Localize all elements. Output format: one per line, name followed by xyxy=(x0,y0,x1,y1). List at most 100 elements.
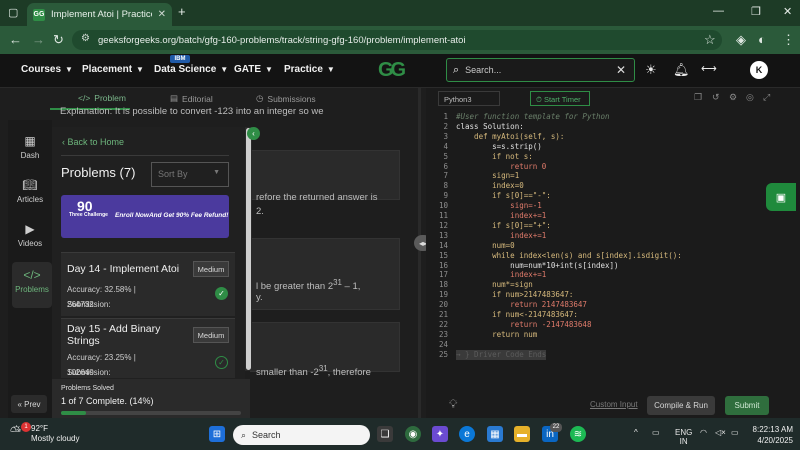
code-line[interactable]: s=s.strip() xyxy=(456,142,542,152)
chat-fab-icon[interactable]: ▣ xyxy=(766,183,796,211)
fullscreen-icon[interactable]: ⤢ xyxy=(763,92,770,103)
minimize-icon[interactable]: — xyxy=(713,5,724,17)
gfg-logo[interactable]: GG xyxy=(378,59,406,82)
code-line[interactable]: return 0 xyxy=(456,162,546,172)
copy-icon[interactable]: ❐ xyxy=(694,92,702,103)
language-indicator[interactable]: ENG IN xyxy=(675,428,692,446)
spotify-icon[interactable]: ≋ xyxy=(570,426,586,442)
code-line[interactable]: sign=1 xyxy=(456,171,519,181)
sort-by-select[interactable]: Sort By ▼ xyxy=(151,162,229,187)
start-timer-button[interactable]: ⏱ Start Timer xyxy=(530,91,590,106)
submit-button[interactable]: Submit xyxy=(725,396,769,415)
clear-search-icon[interactable]: ✕ xyxy=(616,63,626,77)
problem-card[interactable]: Day 14 - Implement Atoi Medium Accuracy:… xyxy=(61,252,235,316)
bookmark-star-icon[interactable]: ☆ xyxy=(704,32,716,48)
menu-gate[interactable]: GATE ▼ xyxy=(234,64,273,75)
code-line[interactable]: index+=1 xyxy=(456,231,546,241)
hint-bulb-icon[interactable]: 💡︎ xyxy=(449,397,457,412)
browser-tab[interactable]: GG Implement Atoi | Practice | Gee ✕ xyxy=(27,3,172,26)
theme-toggle-icon[interactable]: ☀ xyxy=(645,62,657,78)
problems-title: Problems (7) xyxy=(61,165,136,180)
code-line[interactable]: if not s: xyxy=(456,152,533,162)
profile-icon[interactable]: ◐ xyxy=(758,32,766,47)
language-select[interactable]: Python3 xyxy=(438,91,500,106)
prev-button[interactable]: « Prev xyxy=(11,395,47,413)
url-field[interactable]: ⚙ geeksforgeeks.org/batch/gfg-160-proble… xyxy=(72,30,722,50)
search-icon: ⌕ xyxy=(241,429,247,440)
chrome-icon[interactable]: ◉ xyxy=(405,426,421,442)
code-line[interactable]: #User function template for Python xyxy=(456,112,610,122)
close-window-icon[interactable]: ✕ xyxy=(783,5,792,18)
edge-icon[interactable]: e xyxy=(459,426,475,442)
site-search-input[interactable]: ⌕ Search... ✕ xyxy=(446,58,635,82)
code-line[interactable]: return -2147483648 xyxy=(456,320,591,330)
volume-icon[interactable]: ◁× xyxy=(715,428,726,437)
compile-run-button[interactable]: Compile & Run xyxy=(647,396,715,415)
maximize-icon[interactable]: ❐ xyxy=(751,5,761,18)
code-line[interactable]: if num<-2147483647: xyxy=(456,310,578,320)
info-icon[interactable]: ◎ xyxy=(746,92,754,103)
code-line[interactable]: num=num*10+int(s[index]) xyxy=(456,261,618,271)
rail-problems[interactable]: </> Problems xyxy=(12,262,52,308)
tray-overflow-icon[interactable]: ^ xyxy=(634,428,638,437)
collapse-panel-icon[interactable]: ‹ xyxy=(247,127,260,140)
new-tab-icon[interactable]: + xyxy=(178,4,186,19)
tab-submissions[interactable]: ◷ Submissions xyxy=(256,93,316,104)
code-line[interactable]: def myAtoi(self, s): xyxy=(456,132,564,142)
promo-banner[interactable]: 90 Three Challenge Enroll NowAnd Get 90%… xyxy=(61,195,229,238)
more-menu-icon[interactable]: ⋮ xyxy=(782,32,795,48)
rail-videos[interactable]: ▶ Videos xyxy=(8,222,52,248)
rail-dash[interactable]: ▦ Dash xyxy=(8,134,52,160)
wifi-icon[interactable]: ◠ xyxy=(700,428,707,437)
close-tab-icon[interactable]: ✕ xyxy=(158,9,166,20)
store-icon[interactable]: ▦ xyxy=(487,426,503,442)
reset-icon[interactable]: ↺ xyxy=(712,92,720,103)
tab-editorial[interactable]: ▤ Editorial xyxy=(170,93,213,104)
translate-icon[interactable]: ⟷ xyxy=(701,62,717,75)
code-line[interactable]: index+=1 xyxy=(456,211,546,221)
code-line[interactable]: num*=sign xyxy=(456,280,533,290)
problem-card[interactable]: Day 15 - Add Binary Strings Medium Accur… xyxy=(61,318,235,378)
file-explorer-icon[interactable]: ▬ xyxy=(514,426,530,442)
back-to-home-link[interactable]: ‹ Back to Home xyxy=(62,137,124,147)
menu-placement[interactable]: Placement ▼ xyxy=(82,64,144,75)
back-icon[interactable]: ← xyxy=(9,32,22,47)
code-line[interactable]: if num>2147483647: xyxy=(456,290,573,300)
tab-menu-icon[interactable]: ▢ xyxy=(8,6,18,19)
pane-splitter[interactable] xyxy=(418,88,421,418)
code-line[interactable]: → } Driver Code Ends xyxy=(456,349,547,360)
menu-data-science[interactable]: Data Science ▼ xyxy=(154,64,228,75)
forward-icon[interactable]: → xyxy=(32,32,45,47)
user-avatar[interactable]: K xyxy=(750,61,768,79)
code-line[interactable]: num=0 xyxy=(456,241,515,251)
reload-icon[interactable]: ↻ xyxy=(53,32,64,48)
code-line[interactable]: while index<len(s) and s[index].isdigit(… xyxy=(456,251,682,261)
tray-app-icon[interactable]: ▭ xyxy=(652,428,660,437)
code-line[interactable]: index=0 xyxy=(456,181,524,191)
divider xyxy=(61,155,229,156)
code-line[interactable]: return num xyxy=(456,330,537,340)
battery-icon[interactable]: ▭ xyxy=(731,428,739,437)
copilot-icon[interactable]: ✦ xyxy=(432,426,448,442)
settings-icon[interactable]: ⚙ xyxy=(729,92,737,103)
rail-articles[interactable]: 📖︎ Articles xyxy=(8,178,52,204)
url-text: geeksforgeeks.org/batch/gfg-160-problems… xyxy=(98,34,466,46)
extension-icon[interactable]: ◈ xyxy=(736,32,746,48)
menu-courses[interactable]: Courses ▼ xyxy=(21,64,73,75)
tab-problem[interactable]: </> Problem xyxy=(78,93,126,103)
code-line[interactable]: return 2147483647 xyxy=(456,300,587,310)
panel-scroll-thumb[interactable] xyxy=(246,128,251,370)
taskbar-clock[interactable]: 8:22:13 AM 4/20/2025 xyxy=(745,424,793,446)
site-info-icon[interactable]: ⚙ xyxy=(81,33,90,44)
code-line[interactable]: class Solution: xyxy=(456,122,524,132)
custom-input-link[interactable]: Custom Input xyxy=(590,400,638,409)
code-line[interactable]: if s[0]=="+": xyxy=(456,221,551,231)
code-line[interactable]: index+=1 xyxy=(456,270,546,280)
menu-practice[interactable]: Practice ▼ xyxy=(284,64,335,75)
taskbar-search[interactable]: ⌕ Search xyxy=(233,425,370,445)
code-line[interactable]: sign=-1 xyxy=(456,201,542,211)
task-view-icon[interactable]: ❑ xyxy=(377,426,393,442)
windows-start-icon[interactable]: ⊞ xyxy=(209,426,225,442)
notification-bell-icon[interactable]: 🔔︎ xyxy=(673,62,690,78)
code-line[interactable]: if s[0]=="-": xyxy=(456,191,551,201)
